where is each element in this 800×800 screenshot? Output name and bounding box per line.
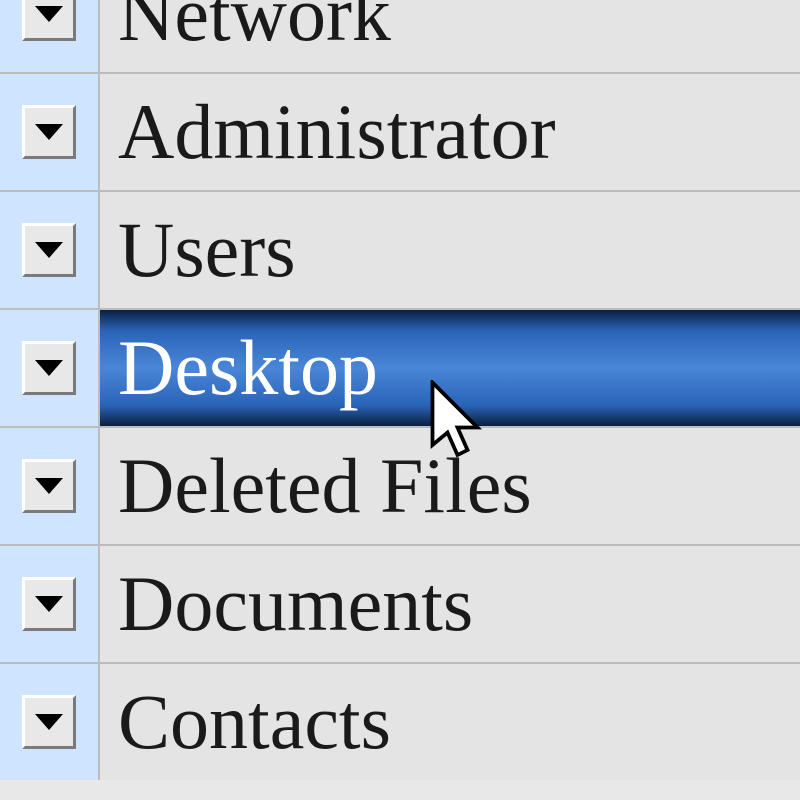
- chevron-down-icon: [35, 242, 63, 258]
- chevron-down-icon: [35, 124, 63, 140]
- expand-toggle-cell: [0, 192, 100, 308]
- expand-toggle-cell: [0, 428, 100, 544]
- list-item-label: Documents: [100, 546, 800, 662]
- expand-toggle-cell: [0, 546, 100, 662]
- folder-list: Network Administrator Users Desktop: [0, 0, 800, 800]
- expand-toggle-button[interactable]: [22, 223, 76, 277]
- list-item[interactable]: Network: [0, 0, 800, 72]
- list-item[interactable]: Contacts: [0, 662, 800, 780]
- list-item-label: Network: [100, 0, 800, 72]
- chevron-down-icon: [35, 478, 63, 494]
- expand-toggle-button[interactable]: [22, 0, 76, 41]
- list-item-label: Contacts: [100, 664, 800, 780]
- list-item-label: Administrator: [100, 74, 800, 190]
- list-item[interactable]: Deleted Files: [0, 426, 800, 544]
- expand-toggle-cell: [0, 0, 100, 72]
- chevron-down-icon: [35, 360, 63, 376]
- expand-toggle-cell: [0, 74, 100, 190]
- chevron-down-icon: [35, 6, 63, 22]
- list-item[interactable]: Documents: [0, 544, 800, 662]
- expand-toggle-button[interactable]: [22, 341, 76, 395]
- expand-toggle-button[interactable]: [22, 695, 76, 749]
- chevron-down-icon: [35, 596, 63, 612]
- list-item[interactable]: Administrator: [0, 72, 800, 190]
- list-item-selected[interactable]: Desktop: [0, 308, 800, 426]
- expand-toggle-cell: [0, 310, 100, 426]
- expand-toggle-button[interactable]: [22, 577, 76, 631]
- expand-toggle-cell: [0, 664, 100, 780]
- list-item-label: Desktop: [100, 310, 800, 426]
- chevron-down-icon: [35, 714, 63, 730]
- list-item-label: Users: [100, 192, 800, 308]
- list-item-label: Deleted Files: [100, 428, 800, 544]
- expand-toggle-button[interactable]: [22, 459, 76, 513]
- list-item[interactable]: Users: [0, 190, 800, 308]
- expand-toggle-button[interactable]: [22, 105, 76, 159]
